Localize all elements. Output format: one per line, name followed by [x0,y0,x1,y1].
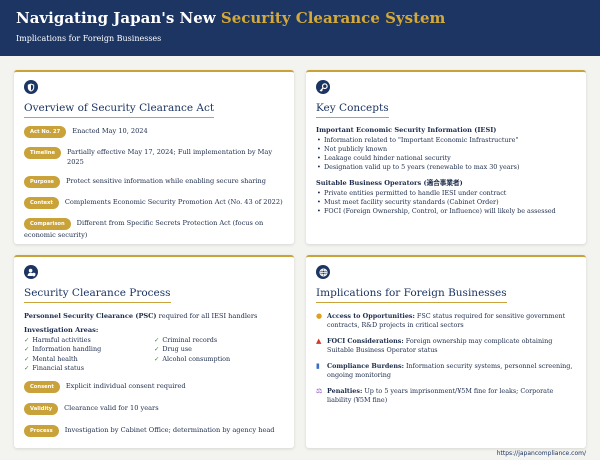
check-icon: ✓ [154,354,160,363]
badge: Context [24,197,59,209]
area-item: ✓ Criminal records [154,336,274,346]
list-item: Must meet facility security standards (C… [316,198,576,207]
lightbulb-icon: ● [316,312,323,320]
implication-label: Access to Opportunities: [327,312,415,320]
implication-label: Penalties: [327,387,363,395]
implication-text: Penalties: Up to 5 years imprisonment/¥5… [327,387,576,405]
check-icon: ✓ [24,364,30,372]
badge: Act No. 27 [24,126,67,138]
process-row: Validity Clearance valid for 10 years [24,402,284,415]
list-item: Designation valid up to 5 years (renewab… [316,163,576,172]
badge: Consent [24,380,60,393]
page-subtitle: Implications for Foreign Businesses [16,34,162,43]
implication-item: ⚖ Penalties: Up to 5 years imprisonment/… [316,387,576,405]
areas-left: ✓ Harmful activities ✓ Information handlin… [24,336,154,374]
warning-icon: ▲ [316,337,322,345]
badge: Purpose [24,176,60,188]
implication-text: Access to Opportunities: FSC status requ… [327,312,576,330]
overview-row: Purpose Protect sensitive information wh… [24,176,284,188]
key-icon [316,80,330,94]
area-item: ✓ Drug use [154,345,274,355]
concept-list: Private entities permitted to handle IES… [316,189,576,216]
clipboard-icon: ▮ [316,362,320,370]
row-text: Explicit individual consent required [65,381,186,390]
implication-label: FOCI Considerations: [327,337,404,345]
concepts-card: Key Concepts Important Economic Security… [306,70,586,244]
footer-link[interactable]: https://japancompliance.com/ [497,450,586,457]
globe-icon [316,265,330,279]
row-text: Complements Economic Security Promotion … [64,198,283,206]
check-icon: ✓ [24,345,30,353]
area-label: Financial status [32,364,85,372]
concept-list: Information related to "Important Econom… [316,136,576,172]
overview-row: Context Complements Economic Security Pr… [24,197,284,209]
list-item: Not publicly known [316,145,576,154]
areas-right: ✓ Criminal records ✓ Drug use ✓ Alcohol con… [154,336,274,374]
title-main: Navigating Japan's New [16,9,221,27]
row-text: Clearance valid for 10 years [64,403,159,412]
badge: Timeline [24,147,62,159]
area-item: ✓ Mental health [24,355,154,365]
badge: Process [24,424,59,437]
area-item: ✓ Financial status [24,364,154,374]
implication-item: ▮ Compliance Burdens: Information securi… [316,362,576,380]
areas-grid: ✓ Harmful activities ✓ Information handlin… [24,336,284,374]
implication-text: FOCI Considerations: Foreign ownership m… [327,337,576,355]
area-label: Criminal records [162,335,218,344]
psc-label: Personnel Security Clearance (PSC) [24,312,157,320]
concepts-title: Key Concepts [316,102,389,118]
implication-label: Compliance Burdens: [327,362,404,370]
process-row: Process Investigation by Cabinet Office;… [24,424,284,437]
area-label: Harmful activities [32,335,91,344]
psc-text: required for all IESI handlers [156,312,258,320]
overview-row: Act No. 27 Enacted May 10, 2024 [24,126,284,138]
row-text: Investigation by Cabinet Office; determi… [64,425,275,434]
list-item: Leakage could hinder national security [316,154,576,163]
area-label: Drug use [162,345,192,353]
row-text: Protect sensitive information while enab… [65,177,267,185]
row-text: Partially effective May 17, 2024; Full i… [67,148,273,166]
list-item: Information related to "Important Econom… [316,136,576,145]
overview-title: Overview of Security Clearance Act [24,102,215,118]
overview-row: Comparison Different from Specific Secret… [24,218,284,240]
process-row: Consent Explicit individual consent requ… [24,380,284,393]
badge: Comparison [24,218,71,230]
check-icon: ✓ [154,345,160,353]
area-label: Mental health [32,354,78,363]
concept-heading: Suitable Business Operators (適合事業者) [316,179,463,187]
area-item: ✓ Harmful activities [24,336,154,346]
implication-item: ● Access to Opportunities: FSC status re… [316,312,576,330]
psc-line: Personnel Security Clearance (PSC) requi… [24,312,284,322]
check-icon: ✓ [24,354,30,363]
implications-title: Implications for Foreign Businesses [316,287,507,303]
implication-item: ▲ FOCI Considerations: Foreign ownership… [316,337,576,355]
area-item: ✓ Alcohol consumption [154,355,274,365]
list-item: Private entities permitted to handle IES… [316,189,576,198]
implication-text: Compliance Burdens: Information security… [327,362,576,380]
list-item: FOCI (Foreign Ownership, Control, or Inf… [316,207,576,216]
user-shield-icon [24,265,38,279]
scales-icon: ⚖ [316,387,323,395]
check-icon: ✓ [154,335,160,344]
area-label: Information handling [32,345,102,353]
shield-icon [24,80,38,94]
page-title: Navigating Japan's New Security Clearanc… [16,8,584,28]
title-highlight: Security Clearance System [220,9,446,27]
implications-card: Implications for Foreign Businesses ● Ac… [306,255,586,448]
badge: Validity [24,402,59,415]
area-label: Alcohol consumption [162,354,231,363]
check-icon: ✓ [24,335,30,344]
process-card: Security Clearance Process Personnel Sec… [14,255,294,448]
concept-heading: Important Economic Security Information … [316,126,497,134]
overview-row: Timeline Partially effective May 17, 202… [24,147,284,167]
row-text: Enacted May 10, 2024 [72,127,148,135]
process-title: Security Clearance Process [24,287,171,303]
page-header: Navigating Japan's New Security Clearanc… [0,0,600,56]
area-item: ✓ Information handling [24,345,154,355]
areas-heading: Investigation Areas: [24,325,99,334]
overview-card: Overview of Security Clearance Act Act N… [14,70,294,244]
